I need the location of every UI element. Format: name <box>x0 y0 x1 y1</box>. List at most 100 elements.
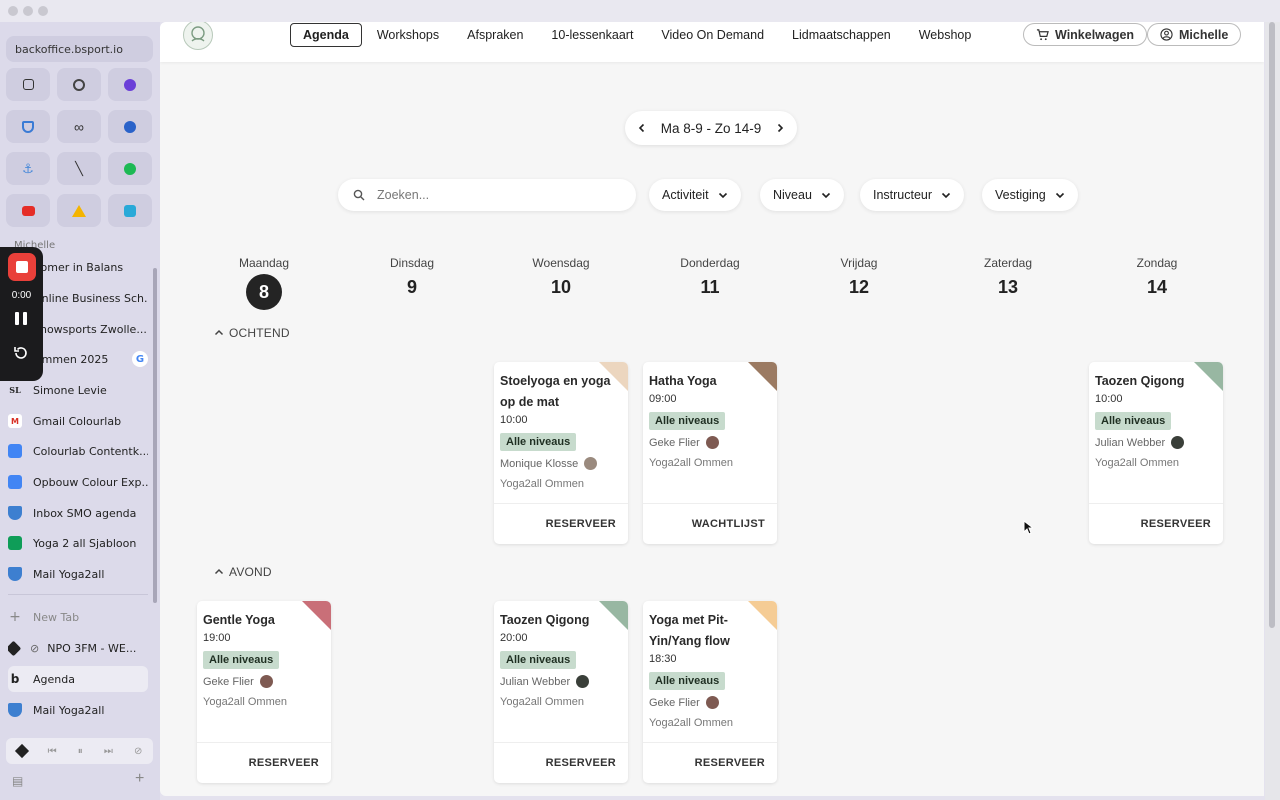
waitlist-button[interactable]: WACHTLIJST <box>643 503 777 544</box>
class-instructor[interactable]: Monique Klosse <box>500 457 622 470</box>
class-instructor[interactable]: Geke Flier <box>649 436 771 449</box>
chevron-left-icon <box>638 123 645 133</box>
day-header[interactable]: Woensdag 10 <box>506 256 616 298</box>
class-instructor[interactable]: Geke Flier <box>649 696 771 709</box>
new-tab-button[interactable]: + New Tab <box>8 604 148 630</box>
account-button[interactable]: Michelle <box>1147 23 1242 46</box>
class-instructor[interactable]: Julian Webber <box>1095 436 1217 449</box>
day-header[interactable]: Zaterdag 13 <box>953 256 1063 298</box>
page-scrollbar-thumb[interactable] <box>1269 22 1275 628</box>
google-sheets-icon <box>8 536 22 550</box>
main-menu: Agenda Workshops Afspraken 10-lessenkaar… <box>290 23 986 47</box>
class-time: 19:00 <box>203 632 231 644</box>
next-week-button[interactable] <box>772 120 788 136</box>
pinned-square-icon[interactable] <box>108 194 152 227</box>
section-toggle-evening[interactable]: AVOND <box>214 565 272 579</box>
tab-item[interactable]: Yoga 2 all Sjabloon <box>8 530 148 556</box>
class-instructor[interactable]: Julian Webber <box>500 675 622 688</box>
day-header[interactable]: Donderdag 11 <box>655 256 765 298</box>
instructor-avatar <box>576 675 590 688</box>
tab-item[interactable]: M Gmail Colourlab <box>8 408 148 434</box>
nav-video-on-demand[interactable]: Video On Demand <box>648 23 777 47</box>
cart-button[interactable]: Winkelwagen <box>1023 23 1148 46</box>
reserve-button[interactable]: RESERVEER <box>494 503 628 544</box>
reserve-button[interactable]: RESERVEER <box>494 742 628 783</box>
class-location: Yoga2all Ommen <box>500 696 584 708</box>
pinned-spotify-icon[interactable] <box>108 152 152 185</box>
filter-vestiging[interactable]: Vestiging <box>982 179 1078 211</box>
pause-icon[interactable]: ⏸ <box>78 746 83 757</box>
restart-recording-icon[interactable] <box>12 344 30 362</box>
level-badge: Alle niveaus <box>500 433 577 451</box>
class-card[interactable]: Yoga met Pit-Yin/Yang flow 18:30 Alle ni… <box>643 601 777 783</box>
plus-icon: + <box>9 609 21 625</box>
mail-icon <box>8 703 22 717</box>
close-window-button[interactable] <box>8 6 18 16</box>
nav-workshops[interactable]: Workshops <box>364 23 452 47</box>
day-header[interactable]: Dinsdag 9 <box>357 256 467 298</box>
tab-item[interactable]: Colourlab Contentk... <box>8 438 148 464</box>
class-time: 10:00 <box>500 414 528 426</box>
instructor-avatar <box>1171 436 1185 449</box>
tab-item[interactable]: Inbox SMO agenda <box>8 500 148 526</box>
tab-item[interactable]: Mail Yoga2all <box>8 697 148 723</box>
reserve-button[interactable]: RESERVEER <box>197 742 331 783</box>
nav-lessenkaart[interactable]: 10-lessenkaart <box>538 23 646 47</box>
tab-item-active[interactable]: b Agenda <box>8 666 148 692</box>
muted-speaker-icon[interactable]: ⊘ <box>30 642 39 655</box>
previous-week-button[interactable] <box>634 120 650 136</box>
filter-niveau[interactable]: Niveau <box>760 179 844 211</box>
filter-instructeur[interactable]: Instructeur <box>860 179 965 211</box>
class-card[interactable]: Stoelyoga en yoga op de mat 10:00 Alle n… <box>494 362 628 544</box>
pinned-infinity-icon[interactable]: ∞ <box>57 110 101 143</box>
class-instructor[interactable]: Geke Flier <box>203 675 325 688</box>
reserve-button[interactable]: RESERVEER <box>643 742 777 783</box>
nav-webshop[interactable]: Webshop <box>906 23 985 47</box>
nav-agenda[interactable]: Agenda <box>290 23 362 47</box>
pinned-drive-icon[interactable] <box>57 194 101 227</box>
class-card[interactable]: Hatha Yoga 09:00 Alle niveaus Geke Flier… <box>643 362 777 544</box>
browser-sidebar: backoffice.bsport.io ∞ ⚓ ╲ Michelle Zome… <box>0 22 160 800</box>
sidebar-scrollbar[interactable] <box>153 268 157 603</box>
day-header[interactable]: Maandag 8 <box>209 256 319 310</box>
class-card[interactable]: Taozen Qigong 10:00 Alle niveaus Julian … <box>1089 362 1223 544</box>
minimize-window-button[interactable] <box>23 6 33 16</box>
archive-icon[interactable]: ▤ <box>12 774 23 788</box>
pinned-pen-icon[interactable]: ╲ <box>57 152 101 185</box>
tab-item[interactable]: Opbouw Colour Exp... <box>8 469 148 495</box>
url-bar[interactable]: backoffice.bsport.io <box>6 36 153 62</box>
add-icon[interactable]: + <box>135 770 144 788</box>
tab-item[interactable]: ⊘ NPO 3FM - WE... <box>8 635 148 661</box>
pinned-openai-icon[interactable] <box>57 68 101 101</box>
nav-lidmaatschappen[interactable]: Lidmaatschappen <box>779 23 904 47</box>
pinned-calendar-icon[interactable] <box>6 68 50 101</box>
pinned-question-icon[interactable] <box>108 110 152 143</box>
zoom-window-button[interactable] <box>38 6 48 16</box>
level-badge: Alle niveaus <box>649 672 726 690</box>
day-header[interactable]: Vrijdag 12 <box>804 256 914 298</box>
pinned-canva-icon[interactable] <box>108 68 152 101</box>
mail-icon <box>8 506 22 520</box>
tab-item[interactable]: Mail Yoga2all <box>8 561 148 587</box>
nav-afspraken[interactable]: Afspraken <box>454 23 536 47</box>
search-input[interactable] <box>377 188 597 202</box>
studio-logo[interactable] <box>183 22 213 50</box>
day-header[interactable]: Zondag 14 <box>1102 256 1212 298</box>
bsport-icon: b <box>10 672 20 686</box>
next-track-icon[interactable]: ⏭ <box>104 746 113 757</box>
pinned-pin-icon[interactable]: ⚓ <box>6 152 50 185</box>
reserve-button[interactable]: RESERVEER <box>1089 503 1223 544</box>
class-time: 18:30 <box>649 653 677 665</box>
stop-recording-button[interactable] <box>8 253 36 281</box>
pause-recording-icon[interactable] <box>15 312 27 325</box>
mute-icon[interactable]: ⊘ <box>134 746 142 757</box>
section-toggle-morning[interactable]: OCHTEND <box>214 326 290 340</box>
filter-activiteit[interactable]: Activiteit <box>649 179 741 211</box>
instructor-avatar <box>705 436 719 449</box>
class-card[interactable]: Gentle Yoga 19:00 Alle niveaus Geke Flie… <box>197 601 331 783</box>
class-card[interactable]: Taozen Qigong 20:00 Alle niveaus Julian … <box>494 601 628 783</box>
previous-track-icon[interactable]: ⏮ <box>48 746 57 757</box>
pinned-youtube-icon[interactable] <box>6 194 50 227</box>
pinned-shield-icon[interactable] <box>6 110 50 143</box>
page-scrollbar[interactable] <box>1265 22 1280 800</box>
